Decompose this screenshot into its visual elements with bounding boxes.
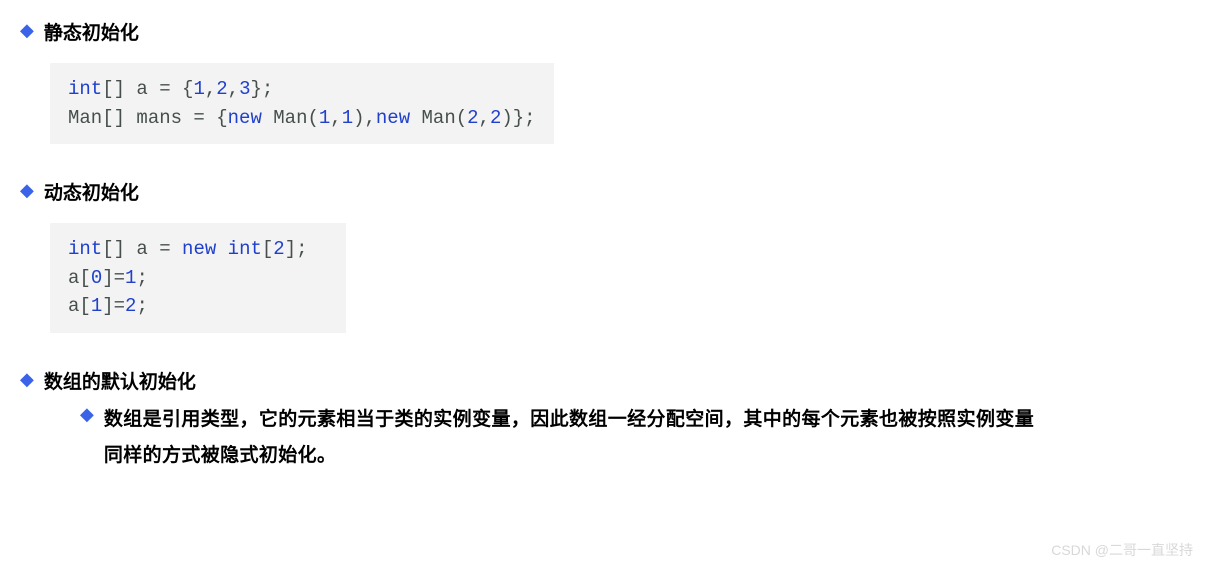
code-block-1: int[] a = {1,2,3};Man[] mans = {new Man(… xyxy=(50,63,554,144)
keyword-new: new xyxy=(182,238,216,260)
section-default-init: ◆ 数组的默认初始化 ◆ 数组是引用类型，它的元素相当于类的实例变量，因此数组一… xyxy=(20,367,1199,474)
heading-3: 数组的默认初始化 xyxy=(44,367,196,394)
diamond-icon: ◆ xyxy=(20,367,34,392)
diamond-icon: ◆ xyxy=(80,402,94,427)
section-static-init: ◆ 静态初始化 int[] a = {1,2,3};Man[] mans = {… xyxy=(20,18,1199,166)
heading-2: 动态初始化 xyxy=(44,178,139,205)
keyword-new: new xyxy=(376,107,410,129)
keyword-int: int xyxy=(228,238,262,260)
sub-bullet-text: 数组是引用类型，它的元素相当于类的实例变量，因此数组一经分配空间，其中的每个元素… xyxy=(104,402,1050,474)
section-dynamic-init: ◆ 动态初始化 int[] a = new int[2];a[0]=1;a[1]… xyxy=(20,178,1199,355)
heading-row-3: ◆ 数组的默认初始化 xyxy=(20,367,1199,394)
keyword-int: int xyxy=(68,238,102,260)
code-block-2: int[] a = new int[2];a[0]=1;a[1]=2; xyxy=(50,223,346,333)
diamond-icon: ◆ xyxy=(20,18,34,43)
code-line: Man[] mans = {new Man(1,1),new Man(2,2)}… xyxy=(68,104,536,133)
sub-bullet-row: ◆ 数组是引用类型，它的元素相当于类的实例变量，因此数组一经分配空间，其中的每个… xyxy=(80,402,1050,474)
keyword-new: new xyxy=(228,107,262,129)
code-line: int[] a = new int[2]; xyxy=(68,235,328,264)
heading-row-2: ◆ 动态初始化 xyxy=(20,178,1199,205)
keyword-int: int xyxy=(68,78,102,100)
heading-1: 静态初始化 xyxy=(44,18,139,45)
watermark-text: CSDN @二哥一直坚持 xyxy=(1051,540,1193,560)
code-line: a[1]=2; xyxy=(68,292,328,321)
code-line: a[0]=1; xyxy=(68,264,328,293)
code-line: int[] a = {1,2,3}; xyxy=(68,75,536,104)
diamond-icon: ◆ xyxy=(20,178,34,203)
heading-row-1: ◆ 静态初始化 xyxy=(20,18,1199,45)
